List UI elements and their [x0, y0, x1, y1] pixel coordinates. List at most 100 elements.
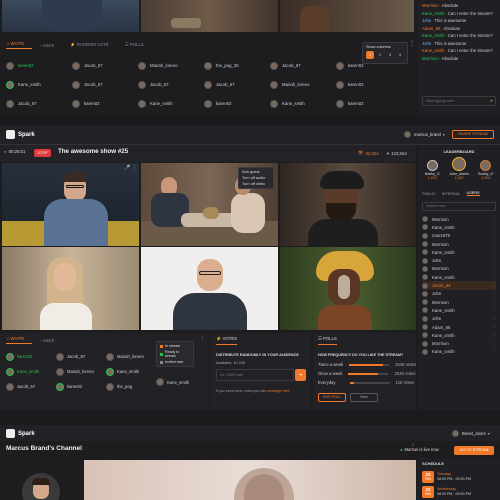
end-poll-button[interactable]: END POLL [318, 393, 346, 402]
tab-asks[interactable]: ▫ ASKS [40, 43, 62, 48]
sidebar-user[interactable]: John ⋮ [422, 315, 496, 323]
user-cell[interactable]: the_pog [106, 382, 156, 391]
more-icon[interactable]: ⋮ [492, 224, 496, 230]
user-cell[interactable]: Jacob_67 [72, 61, 128, 70]
more-icon[interactable]: ⋮ [492, 283, 496, 289]
new-poll-button[interactable]: New [350, 393, 378, 402]
more-icon[interactable]: ⋮ [132, 165, 137, 171]
send-icon[interactable]: ➤ [490, 97, 493, 105]
user-cell[interactable]: Kane_smith [6, 80, 62, 89]
more-icon[interactable]: ⋮ [492, 316, 496, 322]
video-tile[interactable] [280, 163, 416, 246]
user-cell[interactable]: Mariah_loreeo [106, 352, 156, 361]
more-icon[interactable]: ⋮ [492, 249, 496, 255]
sidebar-user[interactable]: Kane_smith ⋮ [422, 306, 496, 314]
video-tile[interactable] [280, 247, 416, 330]
user-name[interactable]: marcus_brand [414, 132, 441, 137]
user-name[interactable]: Kane_smith [167, 380, 189, 385]
brand-logo[interactable]: Spark [6, 130, 35, 139]
sidebar-user[interactable]: Adam_55 ⋮ [422, 323, 496, 331]
chat-user[interactable]: John [422, 41, 431, 46]
sidebar-user[interactable]: Morrison ⋮ [422, 339, 496, 347]
more-icon[interactable]: ⋮ [492, 258, 496, 264]
more-icon[interactable]: ⋮ [492, 349, 496, 355]
more-icon[interactable]: ⋮ [492, 332, 496, 338]
sidebar-user[interactable]: John ⋮ [422, 256, 496, 264]
sidebar-user[interactable]: Morrison ⋮ [422, 240, 496, 248]
user-cell[interactable]: karen02 [6, 352, 56, 361]
user-cell[interactable]: Kane_smith [6, 367, 56, 376]
more-icon[interactable]: ⋮ [492, 274, 496, 280]
leaderboard-entry[interactable]: John_doees 1,542 [449, 157, 469, 180]
sidebar-user[interactable]: Kane_smith ⋮ [422, 348, 496, 356]
user-cell[interactable]: Jacob_67 [56, 352, 106, 361]
user-cell[interactable]: karen02 [72, 99, 128, 108]
tab-public[interactable]: PUBLIC [422, 192, 436, 196]
stop-button[interactable]: STOP [34, 149, 51, 157]
leaderboard-entry[interactable]: Bobby_G 1,203 [478, 157, 493, 180]
more-icon[interactable]: ⋮ [409, 40, 415, 47]
tab-asks[interactable]: ▫ ASKS [40, 338, 62, 343]
sidebar-user[interactable]: Kane_smith ⋮ [422, 331, 496, 339]
sidebar-user[interactable]: Kane_smith ⋮ [422, 273, 496, 281]
tab-users[interactable]: USERS [466, 191, 480, 196]
sidebar-user[interactable]: Jacob_69 ⋮ [422, 281, 496, 290]
user-cell[interactable]: karen02 [204, 99, 260, 108]
votes-input[interactable]: Ex: 2500 vote [216, 369, 294, 381]
brand-logo[interactable]: Spark [6, 429, 35, 438]
user-cell[interactable]: Kane_smith [270, 99, 326, 108]
chat-user[interactable]: Morrison [422, 56, 439, 61]
user-cell[interactable]: karen02 [336, 99, 392, 108]
video-tile[interactable] [2, 163, 139, 246]
user-cell[interactable]: Jacob_67 [6, 99, 62, 108]
schedule-item[interactable]: 22 Feb Wednesday 08:00 PM - 09:00 PM [422, 485, 498, 499]
user-cell[interactable]: Jacob_67 [204, 80, 260, 89]
tab-polls[interactable]: ☰ POLLS [125, 42, 152, 48]
more-icon[interactable]: ⋮ [492, 291, 496, 297]
user-cell[interactable]: Jacob_67 [72, 80, 128, 89]
sidebar-user[interactable]: Morrison ⋮ [422, 265, 496, 273]
user-search-input[interactable]: Search user [422, 202, 496, 211]
more-icon[interactable]: ⋮ [492, 241, 496, 247]
more-icon[interactable]: ⋮ [492, 324, 496, 330]
chat-user[interactable]: Adam_55 [422, 26, 440, 31]
user-cell[interactable]: Mariah_loreeo [138, 61, 194, 70]
chat-user[interactable]: Kane_smith [422, 11, 445, 16]
user-name[interactable]: Benet_doors [462, 431, 486, 436]
video-tile[interactable] [2, 247, 139, 330]
user-cell[interactable]: Kane_smith [106, 367, 156, 376]
sidebar-user[interactable]: Kane_smith ⋮ [422, 223, 496, 231]
tab-white[interactable]: ♫ WHITE [6, 41, 33, 49]
user-cell[interactable]: the_pog_25 [204, 61, 260, 70]
sidebar-user[interactable]: rose1979 ⋮ [422, 232, 496, 240]
user-cell[interactable]: Jacob_67 [6, 382, 56, 391]
sidebar-user[interactable]: Morrison ⋮ [422, 298, 496, 306]
avatar[interactable] [452, 430, 459, 437]
video-tile[interactable] [141, 0, 278, 32]
sidebar-user[interactable]: John ⋮ [422, 290, 496, 298]
video-tile[interactable] [2, 0, 139, 32]
tab-votes[interactable]: VOTES [223, 336, 238, 341]
channel-banner[interactable] [84, 460, 416, 500]
user-cell[interactable]: Kane_smith [138, 99, 194, 108]
tab-internal[interactable]: INTERNAL [442, 192, 461, 196]
avatar[interactable] [404, 131, 411, 138]
user-cell[interactable]: karen02 [336, 80, 392, 89]
go-to-stream-button[interactable]: GO TO STREAM [454, 446, 494, 455]
tab-white[interactable]: ♫ WHITE [6, 336, 33, 344]
user-cell[interactable]: karen02 [336, 61, 392, 70]
user-cell[interactable]: Jacob_67 [270, 61, 326, 70]
sidebar-user[interactable]: Kane_smith ⋮ [422, 248, 496, 256]
chat-user[interactable]: Kane_smith [422, 33, 445, 38]
checkbox-icon[interactable] [160, 360, 163, 364]
more-icon[interactable]: ⋮ [492, 233, 496, 239]
schedule-item[interactable]: 22 Feb Tuesday 08:00 PM - 09:00 PM [422, 470, 498, 484]
chat-input[interactable]: Start typing here... ➤ [422, 96, 496, 106]
submit-votes-button[interactable]: ➜ [295, 369, 306, 381]
chat-user[interactable]: Morrison [422, 3, 439, 8]
more-icon[interactable]: ⋮ [492, 341, 496, 347]
user-cell[interactable]: Mariah_loreeo [56, 367, 106, 376]
video-tile[interactable] [141, 247, 278, 330]
leaderboard-entry[interactable]: Bobby_G 1,203 [425, 157, 440, 180]
sidebar-user[interactable]: Morrison ⋮ [422, 215, 496, 223]
